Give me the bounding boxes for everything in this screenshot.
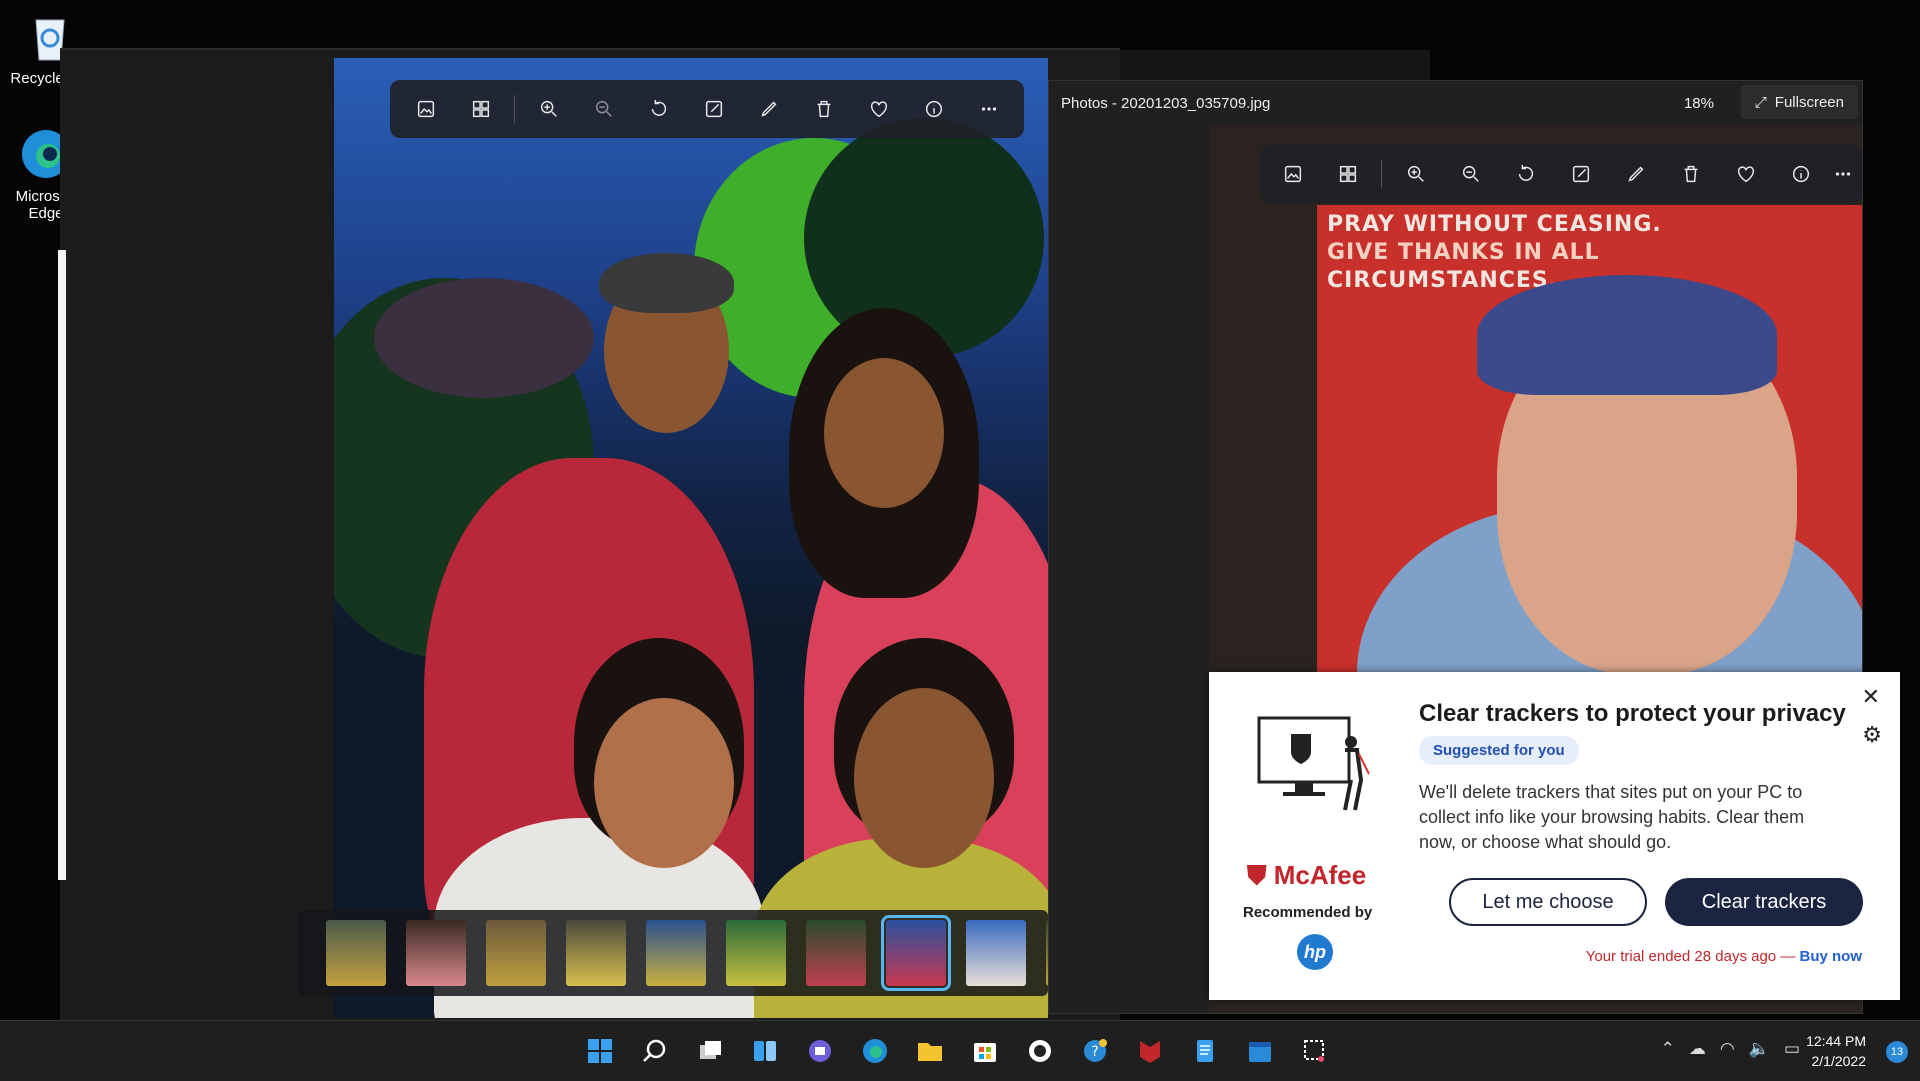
more-icon[interactable]: [961, 87, 1016, 131]
suggested-badge: Suggested for you: [1419, 736, 1579, 765]
filmstrip-thumb-selected[interactable]: [881, 915, 951, 991]
clear-trackers-button[interactable]: Clear trackers: [1665, 878, 1863, 926]
onedrive-icon[interactable]: ☁: [1689, 1039, 1706, 1059]
image-icon[interactable]: [1265, 152, 1320, 196]
zoom-out-icon[interactable]: [1443, 152, 1498, 196]
volume-icon[interactable]: 🔈: [1749, 1039, 1770, 1059]
mcafee-icon[interactable]: [1130, 1031, 1170, 1071]
delete-icon[interactable]: [1663, 152, 1718, 196]
mcafee-logo: ⛊ McAfee: [1247, 860, 1367, 890]
clock[interactable]: 12:44 PM 2/1/2022: [1806, 1031, 1866, 1071]
fullscreen-label: Fullscreen: [1774, 93, 1844, 111]
widgets-icon[interactable]: [745, 1031, 785, 1071]
photos-titlebar: Photos - 20201203_035709.jpg 18% ⤢ Fulls…: [1049, 81, 1862, 125]
fullscreen-icon: ⤢: [1754, 93, 1767, 111]
filmstrip-thumb[interactable]: [486, 920, 546, 986]
help-icon[interactable]: ?: [1075, 1031, 1115, 1071]
info-icon[interactable]: [906, 87, 961, 131]
photo-canvas-family: [334, 58, 1048, 1018]
filmstrip-thumb[interactable]: [966, 920, 1026, 986]
fullscreen-button[interactable]: ⤢ Fullscreen: [1740, 85, 1858, 119]
gallery-icon[interactable]: [1320, 152, 1375, 196]
edit-icon[interactable]: [686, 87, 741, 131]
notification-body: We'll delete trackers that sites put on …: [1419, 782, 1805, 852]
filmstrip-thumb[interactable]: [806, 920, 866, 986]
recommended-by-label: Recommended by: [1243, 904, 1373, 921]
teams-chat-icon[interactable]: [800, 1031, 840, 1071]
mcafee-shield-icon: ⛊: [1247, 860, 1267, 890]
image-icon[interactable]: [398, 87, 453, 131]
filmstrip-thumb[interactable]: [726, 920, 786, 986]
chevron-up-icon[interactable]: ⌃: [1661, 1039, 1675, 1059]
zoom-out-icon[interactable]: [576, 87, 631, 131]
draw-icon[interactable]: [1608, 152, 1663, 196]
app-circle-icon[interactable]: [1020, 1031, 1060, 1071]
buy-now-link[interactable]: Buy now: [1800, 948, 1863, 965]
rotate-icon[interactable]: [1498, 152, 1553, 196]
mcafee-notification: ⛊ McAfee Recommended by hp Clear tracker…: [1209, 672, 1900, 1000]
delete-icon[interactable]: [796, 87, 851, 131]
trial-separator: —: [1780, 948, 1796, 965]
favorite-icon[interactable]: [1718, 152, 1773, 196]
clock-date: 2/1/2022: [1811, 1053, 1867, 1069]
window-title: Photos - 20201203_035709.jpg: [1061, 94, 1271, 112]
favorite-icon[interactable]: [851, 87, 906, 131]
edit-icon[interactable]: [1553, 152, 1608, 196]
toolbar-separator: [1381, 160, 1382, 188]
wifi-icon[interactable]: ◠: [1720, 1039, 1735, 1059]
gallery-icon[interactable]: [453, 87, 508, 131]
filmstrip-thumb[interactable]: [566, 920, 626, 986]
file-explorer-icon[interactable]: [910, 1031, 950, 1071]
trial-status: Your trial ended 28 days ago — Buy now: [1586, 948, 1862, 965]
zoom-level: 18%: [1683, 94, 1714, 112]
system-tray: ⌃ ☁ ◠ 🔈 ▭: [1661, 1039, 1800, 1059]
calendar-icon[interactable]: [1240, 1031, 1280, 1071]
hp-logo: hp: [1297, 934, 1333, 970]
filmstrip: [298, 910, 1048, 996]
close-icon[interactable]: ✕: [1862, 684, 1880, 710]
filmstrip-thumb[interactable]: [646, 920, 706, 986]
windows-start-icon[interactable]: [580, 1031, 620, 1071]
zoom-in-icon[interactable]: [521, 87, 576, 131]
battery-icon[interactable]: ▭: [1784, 1039, 1800, 1059]
clock-time: 12:44 PM: [1806, 1033, 1866, 1049]
trial-ended-text: Your trial ended 28 days ago: [1585, 948, 1777, 965]
monitor-shield-icon: [1255, 714, 1375, 819]
rotate-icon[interactable]: [631, 87, 686, 131]
filmstrip-thumb[interactable]: [406, 920, 466, 986]
zoom-in-icon[interactable]: [1388, 152, 1443, 196]
search-icon[interactable]: [635, 1031, 675, 1071]
let-me-choose-button[interactable]: Let me choose: [1449, 878, 1647, 926]
task-view-icon[interactable]: [690, 1031, 730, 1071]
taskbar-apps: ?: [580, 1031, 1335, 1071]
snipping-tool-icon[interactable]: [1295, 1031, 1335, 1071]
viewer-toolbar: [390, 80, 1024, 138]
window-edge: [58, 250, 66, 880]
more-icon[interactable]: [1828, 152, 1858, 196]
toolbar-separator: [514, 95, 515, 123]
filmstrip-thumb[interactable]: [326, 920, 386, 986]
info-icon[interactable]: [1773, 152, 1828, 196]
draw-icon[interactable]: [741, 87, 796, 131]
notification-count-badge[interactable]: 13: [1886, 1041, 1908, 1063]
svg-text:?: ?: [1091, 1044, 1098, 1060]
store-icon[interactable]: [965, 1031, 1005, 1071]
taskbar: ? ⌃ ☁ ◠ 🔈 ▭ 12:44 PM 2/1/2022 13: [0, 1020, 1920, 1081]
notepad-icon[interactable]: [1185, 1031, 1225, 1071]
gear-icon[interactable]: ⚙: [1862, 722, 1882, 748]
edge-icon[interactable]: [855, 1031, 895, 1071]
photos-toolbar: [1261, 145, 1862, 203]
notification-title: Clear trackers to protect your privacy: [1419, 700, 1846, 727]
